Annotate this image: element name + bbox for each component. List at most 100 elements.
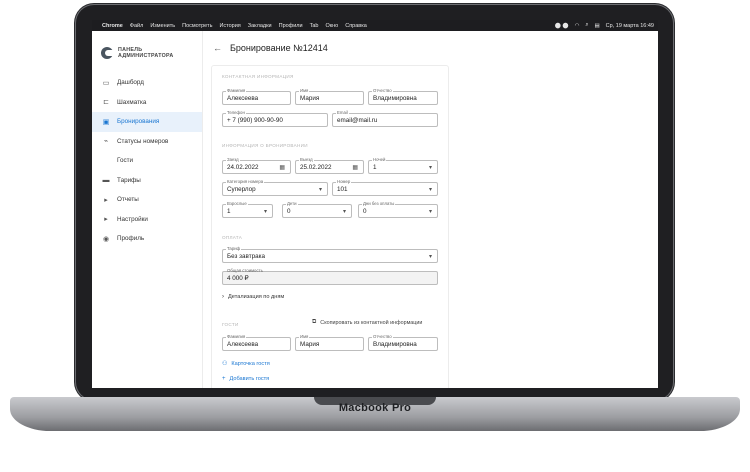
page-header: ← Бронирование №12414 (203, 31, 658, 65)
chevron-right-icon: ▸ (104, 216, 108, 224)
caret-down-icon: ▾ (428, 208, 432, 215)
main-content: ← Бронирование №12414 КОНТАКТНАЯ ИНФОРМА… (203, 31, 658, 388)
daily-details-label: Детализация по дням (228, 294, 285, 300)
caret-down-icon: ▾ (428, 253, 432, 260)
contact-first-name-field[interactable]: Имя Мария (295, 88, 364, 105)
sidebar-item-profile[interactable]: ◉ Профиль (92, 229, 202, 249)
logo[interactable]: ПАНЕЛЬ АДМИНИСТРАТОРА (92, 31, 202, 65)
field-label: Имя (299, 334, 310, 339)
field-value: 1 (373, 163, 377, 171)
card-icon: ▬ (102, 176, 110, 184)
booking-form-card: КОНТАКТНАЯ ИНФОРМАЦИЯ Фамилия Алексеева … (211, 65, 449, 388)
field-label: Дни без оплаты (362, 201, 396, 206)
unpaid-days-select[interactable]: Дни без оплаты 0 ▾ (358, 201, 438, 218)
menu-window[interactable]: Окно (325, 23, 338, 29)
guest-card-label: Карточка гостя (231, 360, 270, 367)
nights-select[interactable]: Ночей 1 ▾ (368, 157, 438, 174)
calendar-icon[interactable]: ▦ (279, 164, 285, 171)
chevron-right-icon: › (222, 294, 224, 300)
menu-help[interactable]: Справка (345, 23, 367, 29)
chevron-right-icon: ▸ (104, 196, 108, 204)
admin-app: ПАНЕЛЬ АДМИНИСТРАТОРА ▭ Дашборд ⊏ Шахмат… (92, 31, 658, 388)
sidebar-item-room-statuses[interactable]: ⌁ Статусы номеров (92, 132, 202, 152)
field-value: Суперлор (227, 185, 256, 193)
menu-profiles[interactable]: Профили (279, 23, 303, 29)
guest-last-name-field[interactable]: Фамилия Алексеева (222, 334, 291, 351)
contact-phone-field[interactable]: Телефон + 7 (990) 900-90-90 (222, 110, 328, 127)
device-label: Macbook Pro (338, 402, 412, 414)
menu-file[interactable]: Файл (130, 23, 144, 29)
menu-tab[interactable]: Tab (310, 23, 319, 29)
plus-icon: + (222, 376, 226, 382)
field-value: 101 (337, 185, 348, 193)
guest-card-link[interactable]: ⚇ Карточка гостя (222, 360, 270, 368)
field-label: Ночей (372, 157, 387, 162)
user-circle-icon: ◉ (102, 235, 110, 243)
field-value: Алексеева (227, 94, 259, 102)
contact-section-title: КОНТАКТНАЯ ИНФОРМАЦИЯ (222, 74, 294, 79)
sidebar-item-label: Статусы номеров (117, 137, 169, 145)
logo-line2: АДМИНИСТРАТОРА (118, 53, 174, 59)
field-label: Тариф (226, 246, 242, 251)
payment-section-title: ОПЛАТА (222, 235, 243, 240)
sidebar-item-bookings[interactable]: ▣ Бронирования (92, 112, 202, 132)
menu-view[interactable]: Посмотреть (182, 23, 212, 29)
field-label: Категория номера (226, 179, 265, 184)
total-cost-field: Общая стоимость 4 000 ₽ (222, 268, 438, 285)
menu-chrome[interactable]: Chrome (102, 23, 123, 29)
wifi-icon[interactable]: ◠ (575, 23, 580, 29)
adults-select[interactable]: Взрослые 1 ▾ (222, 201, 273, 218)
add-guest-label: Добавить гостя (229, 376, 270, 382)
contact-patronymic-field[interactable]: Отчество Владимировна (368, 88, 438, 105)
caret-down-icon: ▾ (342, 208, 346, 215)
caret-down-icon: ▾ (318, 186, 322, 193)
caret-down-icon: ▾ (263, 208, 267, 215)
contact-email-field[interactable]: Email email@mail.ru (332, 110, 438, 127)
field-label: Общая стоимость (227, 268, 263, 273)
tariff-select[interactable]: Тариф Без завтрака ▾ (222, 246, 438, 263)
sidebar-item-label: Настройки (117, 215, 148, 223)
field-value: Владимировна (373, 94, 417, 102)
broom-icon: ⌁ (103, 138, 109, 146)
contact-last-name-field[interactable]: Фамилия Алексеева (222, 88, 291, 105)
sidebar-item-reports[interactable]: ▸ Отчеты (92, 190, 202, 210)
menu-bookmarks[interactable]: Закладки (248, 23, 272, 29)
field-value: email@mail.ru (337, 116, 378, 124)
children-select[interactable]: Дети 0 ▾ (282, 201, 352, 218)
sidebar-item-chessboard[interactable]: ⊏ Шахматка (92, 93, 202, 113)
search-icon[interactable]: ⌕ (585, 22, 588, 29)
status-dots-icon[interactable]: ⬤ ⬤ (555, 23, 569, 29)
checkin-date-field[interactable]: Заезд 24.02.2022 ▦ (222, 157, 291, 174)
field-label: Телефон (226, 110, 246, 115)
menu-edit[interactable]: Изменить (150, 23, 175, 29)
field-value: + 7 (990) 900-90-90 (227, 116, 283, 124)
room-number-select[interactable]: Номер 101 ▾ (332, 179, 438, 196)
guest-patronymic-field[interactable]: Отчество Владимировна (368, 334, 438, 351)
sidebar-item-tariffs[interactable]: ▬ Тарифы (92, 171, 202, 191)
menubar-status: ⬤ ⬤ ◠ ⌕ ▤ Ср, 19 марта 16:49 (555, 22, 654, 29)
sidebar: ПАНЕЛЬ АДМИНИСТРАТОРА ▭ Дашборд ⊏ Шахмат… (92, 31, 203, 388)
sidebar-item-guests[interactable]: Гости (92, 151, 202, 171)
bookings-icon: ▣ (102, 118, 110, 126)
sidebar-item-settings[interactable]: ▸ Настройки (92, 210, 202, 230)
users-icon: ⚇ (222, 361, 228, 367)
clock[interactable]: Ср, 19 марта 16:49 (606, 23, 654, 29)
field-value: Алексеева (227, 340, 259, 348)
sidebar-item-dashboard[interactable]: ▭ Дашборд (92, 73, 202, 93)
back-arrow-icon[interactable]: ← (213, 43, 222, 53)
guest-first-name-field[interactable]: Имя Мария (295, 334, 364, 351)
field-label: Email (336, 110, 349, 115)
daily-details-toggle[interactable]: › Детализация по дням (222, 294, 284, 300)
guests-section-title: ГОСТИ (222, 322, 239, 327)
field-label: Отчество (372, 88, 393, 93)
room-category-select[interactable]: Категория номера Суперлор ▾ (222, 179, 328, 196)
checkout-date-field[interactable]: Выезд 25.02.2022 ▦ (295, 157, 364, 174)
copy-contact-button[interactable]: ⧉ Скопировать из контактной информации (312, 319, 422, 326)
sidebar-item-label: Профиль (117, 235, 145, 243)
menu-history[interactable]: История (219, 23, 240, 29)
copy-contact-label: Скопировать из контактной информации (320, 319, 423, 326)
calendar-icon[interactable]: ▦ (352, 164, 358, 171)
control-center-icon[interactable]: ▤ (594, 23, 599, 29)
field-value: 25.02.2022 (300, 163, 332, 171)
add-guest-link[interactable]: + Добавить гостя (222, 376, 269, 382)
